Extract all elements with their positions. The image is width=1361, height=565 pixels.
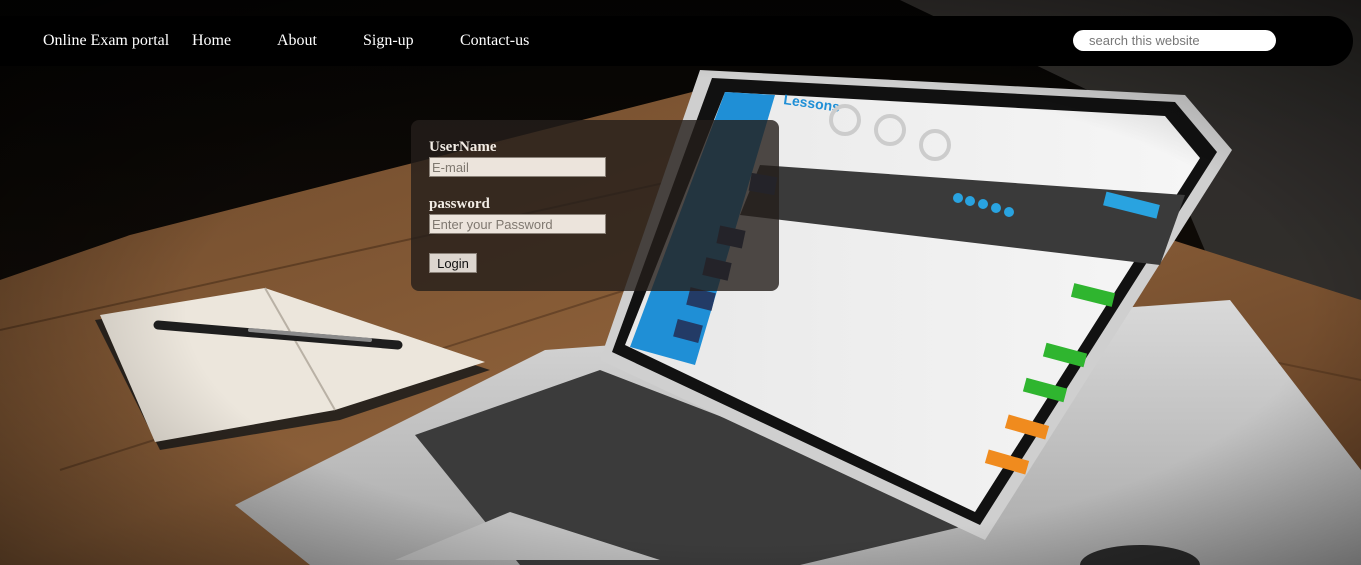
nav-signup-link[interactable]: Sign-up	[363, 32, 414, 50]
search-input[interactable]	[1073, 30, 1276, 51]
page: Lessons	[0, 0, 1361, 565]
nav-about-link[interactable]: About	[277, 32, 317, 50]
password-field[interactable]	[429, 214, 606, 234]
nav-contact-link[interactable]: Contact-us	[460, 32, 529, 50]
password-label: password	[429, 196, 490, 212]
login-button[interactable]: Login	[429, 253, 477, 273]
email-field[interactable]	[429, 157, 606, 177]
top-navbar: Online Exam portal Home About Sign-up Co…	[0, 16, 1353, 66]
login-panel: UserName password Login	[411, 120, 779, 291]
brand-title: Online Exam portal	[43, 32, 170, 49]
nav-home-link[interactable]: Home	[192, 32, 231, 50]
username-label: UserName	[429, 139, 497, 155]
